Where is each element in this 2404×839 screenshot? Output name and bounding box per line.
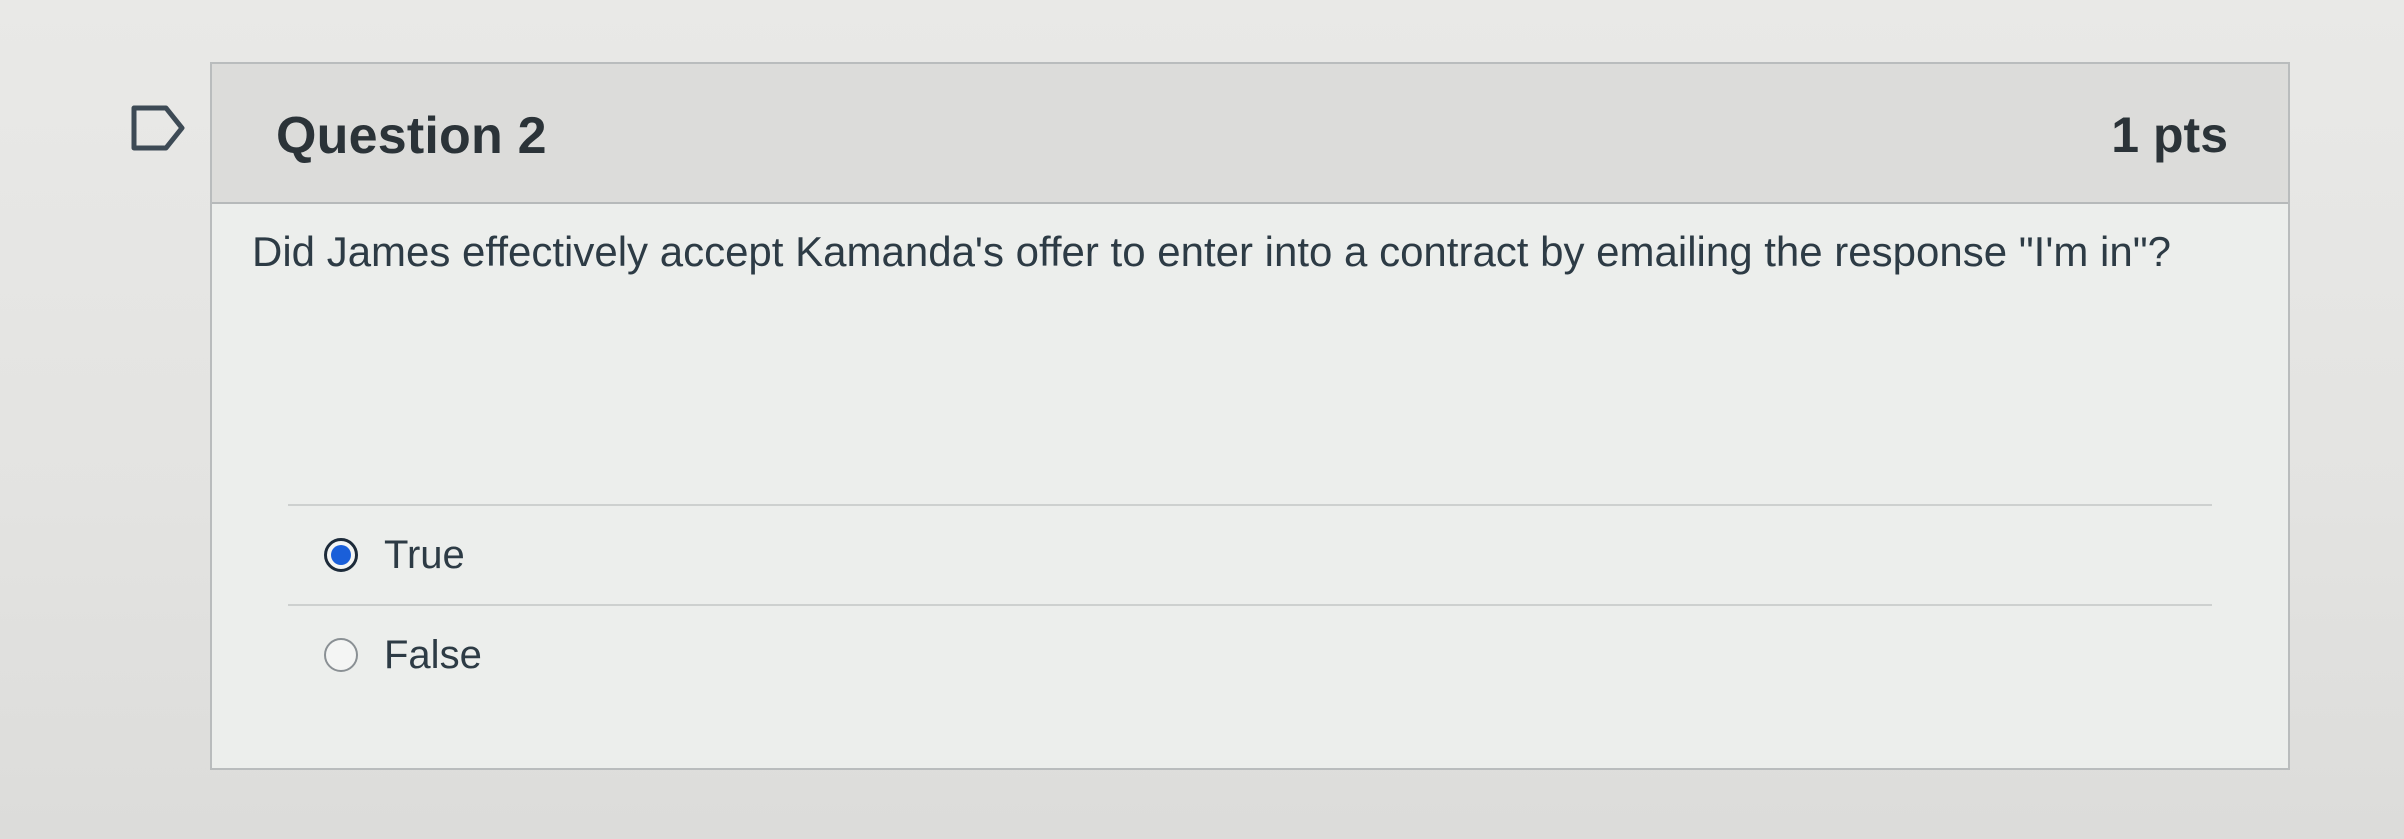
answer-list: True False [288, 504, 2212, 704]
question-header: Question 2 1 pts [212, 64, 2288, 204]
answer-label: False [384, 632, 482, 677]
question-title: Question 2 [276, 107, 547, 165]
radio-button[interactable] [324, 638, 358, 672]
answer-option-true[interactable]: True [288, 506, 2212, 604]
answer-label: True [384, 532, 465, 577]
radio-button-selected[interactable] [324, 538, 358, 572]
question-text: Did James effectively accept Kamanda's o… [252, 228, 2171, 275]
flag-question-icon[interactable] [128, 100, 188, 156]
question-card: Question 2 1 pts Did James effectively a… [210, 62, 2290, 770]
bookmark-flag-icon [131, 105, 185, 151]
question-points: 1 pts [2111, 107, 2228, 163]
answer-option-false[interactable]: False [288, 606, 2212, 704]
